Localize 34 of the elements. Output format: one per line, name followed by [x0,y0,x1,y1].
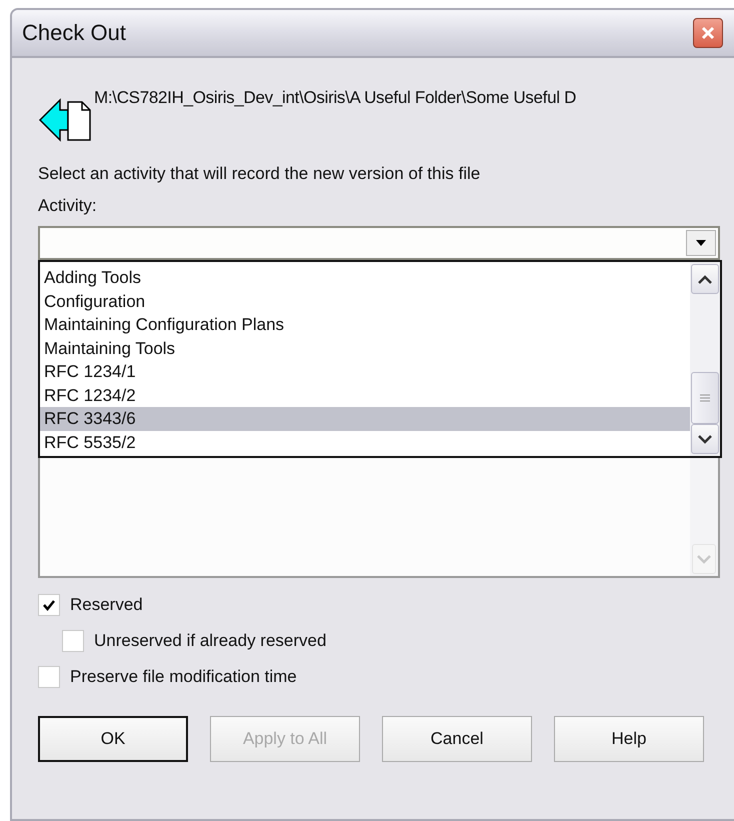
checkbox[interactable] [38,594,60,616]
checkbox[interactable] [62,630,84,652]
checkbox[interactable] [38,666,60,688]
activity-option[interactable]: Maintaining Configuration Plans [40,313,690,336]
chevron-down-icon [698,434,712,444]
scroll-down-button[interactable] [691,424,719,454]
activity-option[interactable]: RFC 1234/2 [40,384,690,407]
grip-icon [700,394,710,402]
activity-option[interactable]: RFC 5535/2 [40,430,690,454]
close-button[interactable] [693,18,723,48]
dropdown-arrow-icon [695,239,707,247]
activity-option[interactable]: RFC 3343/6 [40,407,690,430]
chevron-up-icon [698,274,712,284]
close-icon [700,25,716,41]
check-icon [42,598,56,612]
activity-option[interactable]: Maintaining Tools [40,336,690,360]
window-title: Check Out [22,20,126,46]
scroll-up-button[interactable] [691,264,719,294]
scroll-thumb[interactable] [691,372,719,424]
chevron-down-icon [697,554,711,564]
scroll-bar[interactable] [690,262,720,456]
dialog-button[interactable]: Help [554,716,704,762]
activity-option[interactable]: Configuration [40,290,690,313]
checkbox-label: Reserved [70,595,143,615]
checkbox-label: Preserve file modification time [70,667,297,687]
instruction-text: Select an activity that will record the new version of this file [38,164,482,184]
activity-label: Activity: [38,196,98,216]
dialog-button[interactable]: Cancel [382,716,532,762]
dialog-button[interactable]: OK [38,716,188,762]
dropdown-button[interactable] [686,230,716,256]
activity-option[interactable]: Adding Tools [40,266,690,290]
file-path: M:\CS782IH_Osiris_Dev_int\Osiris\A Useful Folder\Some Useful D [94,88,576,108]
activity-option[interactable]: RFC 1234/1 [40,360,690,384]
checkbox-label: Unreserved if already reserved [94,631,326,651]
